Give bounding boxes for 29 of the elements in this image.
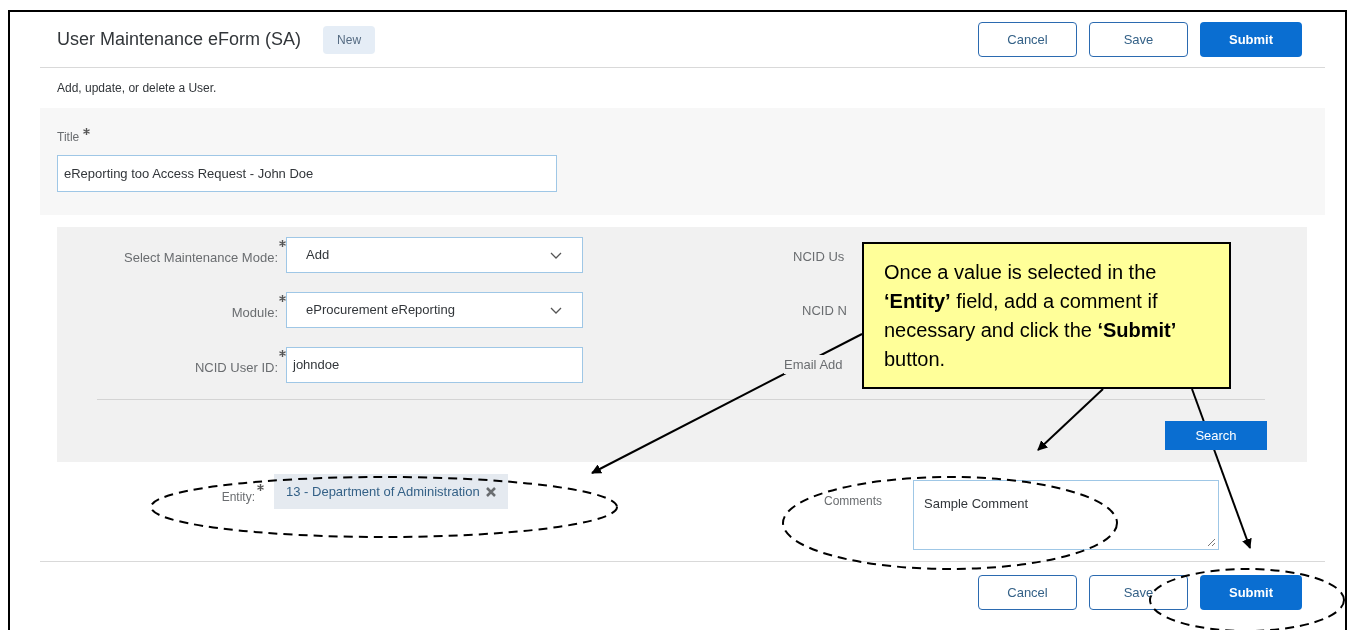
field-label: Select Maintenance Mode: bbox=[123, 249, 278, 267]
input-field[interactable]: johndoe bbox=[286, 347, 583, 383]
callout-arrow bbox=[1037, 388, 1104, 451]
form-button[interactable]: Save bbox=[1089, 575, 1188, 610]
field-label: Title bbox=[57, 129, 80, 146]
search-button[interactable]: Search bbox=[1165, 421, 1267, 450]
chevron-down-icon[interactable] bbox=[550, 306, 562, 314]
form-title: User Maintenance eForm (SA) bbox=[57, 28, 302, 51]
comments-textarea[interactable]: Sample Comment bbox=[913, 480, 1219, 550]
title-input[interactable]: eReporting too Access Request - John Doe bbox=[57, 155, 557, 192]
form-button[interactable]: Save bbox=[1089, 22, 1188, 57]
submit-button[interactable]: Submit bbox=[1200, 22, 1302, 57]
resize-handle-icon[interactable] bbox=[1207, 538, 1216, 547]
field-label: NCID User ID: bbox=[193, 359, 278, 377]
submit-button[interactable]: Submit bbox=[1200, 575, 1302, 610]
chevron-down-icon[interactable] bbox=[550, 251, 562, 259]
field-label: Email Add bbox=[784, 355, 843, 374]
select-field[interactable]: eProcurement eReporting bbox=[286, 292, 583, 328]
entity-token[interactable]: 13 - Department of Administration bbox=[274, 474, 508, 509]
status-badge: New bbox=[323, 25, 376, 54]
remove-icon[interactable] bbox=[485, 486, 496, 497]
form-button[interactable]: Cancel bbox=[978, 22, 1077, 57]
select-field[interactable]: Add bbox=[286, 237, 583, 273]
field-label: Module: bbox=[230, 304, 278, 322]
field-label: Comments bbox=[824, 493, 882, 510]
form-button[interactable]: Cancel bbox=[978, 575, 1077, 610]
field-label: Entity: bbox=[220, 489, 255, 506]
callout-note: Once a value is selected in the ‘Entity’ field, add a comment if necessary and click the ‘Submit’ button. bbox=[862, 242, 1231, 389]
form-description: Add, update, or delete a User. bbox=[57, 80, 217, 97]
